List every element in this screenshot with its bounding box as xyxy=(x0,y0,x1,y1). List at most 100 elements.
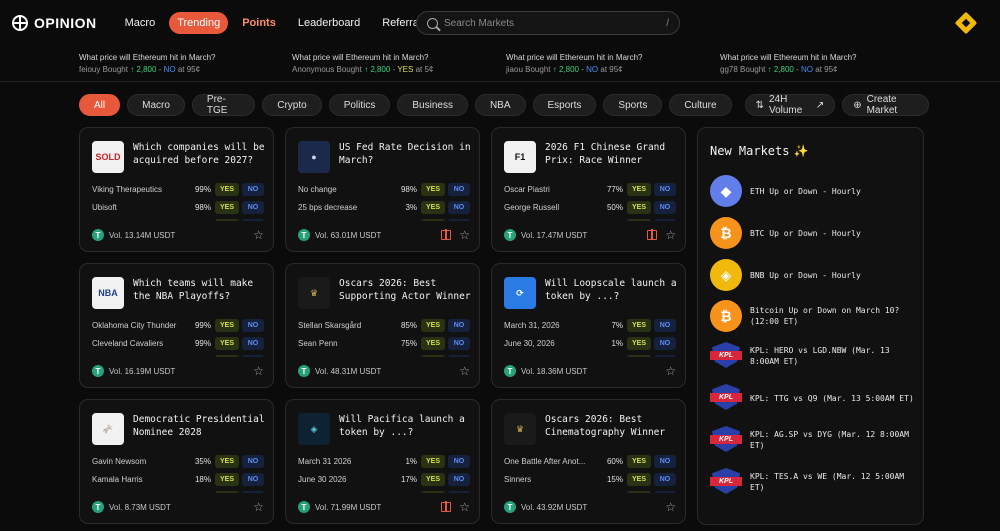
outcome-row[interactable]: June 30, 2026 1% YES NO xyxy=(504,334,676,352)
outcome-row[interactable]: YES NO xyxy=(298,488,470,493)
no-button[interactable]: NO xyxy=(654,490,676,493)
yes-button[interactable]: YES xyxy=(215,200,239,214)
no-button[interactable]: NO xyxy=(448,200,470,214)
no-button[interactable]: NO xyxy=(242,218,264,221)
market-title[interactable]: Which teams will make the NBA Playoffs? xyxy=(133,277,273,309)
star-icon[interactable]: ☆ xyxy=(253,229,264,241)
yes-button[interactable]: YES xyxy=(215,318,239,332)
no-button[interactable]: NO xyxy=(242,354,264,357)
star-icon[interactable]: ☆ xyxy=(665,365,676,377)
yes-button[interactable]: YES xyxy=(627,490,651,493)
star-icon[interactable]: ☆ xyxy=(459,501,470,513)
no-button[interactable]: NO xyxy=(448,454,470,468)
filter-pre-tge[interactable]: Pre-TGE xyxy=(191,94,256,116)
yes-button[interactable]: YES xyxy=(627,200,651,214)
yes-button[interactable]: YES xyxy=(421,454,445,468)
yes-button[interactable]: YES xyxy=(627,454,651,468)
yes-button[interactable]: YES xyxy=(421,472,445,486)
gift-icon[interactable] xyxy=(441,229,452,240)
no-button[interactable]: NO xyxy=(448,336,470,350)
outcome-row[interactable]: Gavin Newsom 35% YES NO xyxy=(92,452,264,470)
outcome-row[interactable]: 25 bps decrease 3% YES NO xyxy=(298,198,470,216)
outcome-row[interactable]: YES NO xyxy=(298,216,470,221)
new-market-item[interactable]: KPL KPL: HERO vs LGD.NBW (Mar. 13 8:00AM … xyxy=(710,342,915,370)
star-icon[interactable]: ☆ xyxy=(459,365,470,377)
logo[interactable]: OPINION xyxy=(12,15,97,31)
filter-business[interactable]: Business xyxy=(397,94,468,116)
filter-all[interactable]: All xyxy=(79,94,121,116)
outcome-row[interactable]: No change 98% YES NO xyxy=(298,180,470,198)
market-card[interactable]: ♛ Oscars 2026: Best Cinematography Winne… xyxy=(491,399,686,524)
no-button[interactable]: NO xyxy=(448,354,470,357)
market-card[interactable]: SOLD Which companies will be acquired be… xyxy=(79,127,274,252)
no-button[interactable]: NO xyxy=(654,336,676,350)
filter-sports[interactable]: Sports xyxy=(603,94,663,116)
nav-leaderboard[interactable]: Leaderboard xyxy=(290,12,368,34)
nav-macro[interactable]: Macro xyxy=(117,12,164,34)
outcome-row[interactable]: One Battle After Anot... 60% YES NO xyxy=(504,452,676,470)
outcome-row[interactable]: Stellan Skarsgård 85% YES NO xyxy=(298,316,470,334)
star-icon[interactable]: ☆ xyxy=(459,229,470,241)
outcome-row[interactable]: Oklahoma City Thunder 99% YES NO xyxy=(92,316,264,334)
gift-icon[interactable] xyxy=(441,501,452,512)
outcome-row[interactable]: Ubisoft 98% YES NO xyxy=(92,198,264,216)
ticker-item[interactable]: What price will Ethereum hit in March? g… xyxy=(720,52,857,76)
yes-button[interactable]: YES xyxy=(215,336,239,350)
market-card[interactable]: ⟳ Will Loopscale launch a token by ...? … xyxy=(491,263,686,388)
outcome-row[interactable]: Sean Penn 75% YES NO xyxy=(298,334,470,352)
market-title[interactable]: Will Loopscale launch a token by ...? xyxy=(545,277,685,309)
market-title[interactable]: 2026 F1 Chinese Grand Prix: Race Winner xyxy=(545,141,685,173)
star-icon[interactable]: ☆ xyxy=(253,501,264,513)
outcome-row[interactable]: Kamala Harris 18% YES NO xyxy=(92,470,264,488)
filter-culture[interactable]: Culture xyxy=(669,94,732,116)
market-title[interactable]: Will Pacifica launch a token by ...? xyxy=(339,413,479,445)
nav-trending[interactable]: Trending xyxy=(169,12,229,34)
star-icon[interactable]: ☆ xyxy=(253,365,264,377)
no-button[interactable]: NO xyxy=(654,182,676,196)
yes-button[interactable]: YES xyxy=(421,218,445,221)
yes-button[interactable]: YES xyxy=(627,354,651,357)
outcome-row[interactable]: YES NO xyxy=(504,216,676,221)
new-market-item[interactable]: KPL KPL: TTG vs Q9 (Mar. 13 5:00AM ET) xyxy=(710,384,915,412)
no-button[interactable]: NO xyxy=(654,200,676,214)
market-card[interactable]: 🫏 Democratic Presidential Nominee 2028 G… xyxy=(79,399,274,524)
filter-macro[interactable]: Macro xyxy=(127,94,185,116)
no-button[interactable]: NO xyxy=(654,218,676,221)
new-market-item[interactable]: ₿ Bitcoin Up or Down on March 10? (12:00 … xyxy=(710,300,915,332)
yes-button[interactable]: YES xyxy=(215,354,239,357)
yes-button[interactable]: YES xyxy=(627,182,651,196)
outcome-row[interactable]: Oscar Piastri 77% YES NO xyxy=(504,180,676,198)
outcome-row[interactable]: Cleveland Cavaliers 99% YES NO xyxy=(92,334,264,352)
no-button[interactable]: NO xyxy=(448,182,470,196)
outcome-row[interactable]: YES NO xyxy=(298,352,470,357)
no-button[interactable]: NO xyxy=(654,454,676,468)
no-button[interactable]: NO xyxy=(654,472,676,486)
yes-button[interactable]: YES xyxy=(215,218,239,221)
yes-button[interactable]: YES xyxy=(627,472,651,486)
no-button[interactable]: NO xyxy=(654,318,676,332)
market-title[interactable]: Oscars 2026: Best Supporting Actor Winne… xyxy=(339,277,479,309)
outcome-row[interactable]: YES NO xyxy=(504,488,676,493)
no-button[interactable]: NO xyxy=(242,318,264,332)
outcome-row[interactable]: June 30 2026 17% YES NO xyxy=(298,470,470,488)
yes-button[interactable]: YES xyxy=(215,472,239,486)
market-title[interactable]: Oscars 2026: Best Cinematography Winner xyxy=(545,413,685,445)
no-button[interactable]: NO xyxy=(448,318,470,332)
search-input[interactable] xyxy=(444,17,667,29)
no-button[interactable]: NO xyxy=(448,490,470,493)
ticker-item[interactable]: What price will Ethereum hit in March? A… xyxy=(292,52,433,76)
no-button[interactable]: NO xyxy=(242,336,264,350)
outcome-row[interactable]: March 31 2026 1% YES NO xyxy=(298,452,470,470)
market-card[interactable]: ♛ Oscars 2026: Best Supporting Actor Win… xyxy=(285,263,480,388)
new-market-item[interactable]: ₿ BTC Up or Down - Hourly xyxy=(710,217,915,249)
nav-points[interactable]: Points xyxy=(234,12,284,34)
yes-button[interactable]: YES xyxy=(421,200,445,214)
outcome-row[interactable]: March 31, 2026 7% YES NO xyxy=(504,316,676,334)
no-button[interactable]: NO xyxy=(242,490,264,493)
no-button[interactable]: NO xyxy=(654,354,676,357)
outcome-row[interactable]: Viking Therapeutics 99% YES NO xyxy=(92,180,264,198)
no-button[interactable]: NO xyxy=(242,454,264,468)
filter-esports[interactable]: Esports xyxy=(532,94,597,116)
yes-button[interactable]: YES xyxy=(215,454,239,468)
no-button[interactable]: NO xyxy=(242,200,264,214)
